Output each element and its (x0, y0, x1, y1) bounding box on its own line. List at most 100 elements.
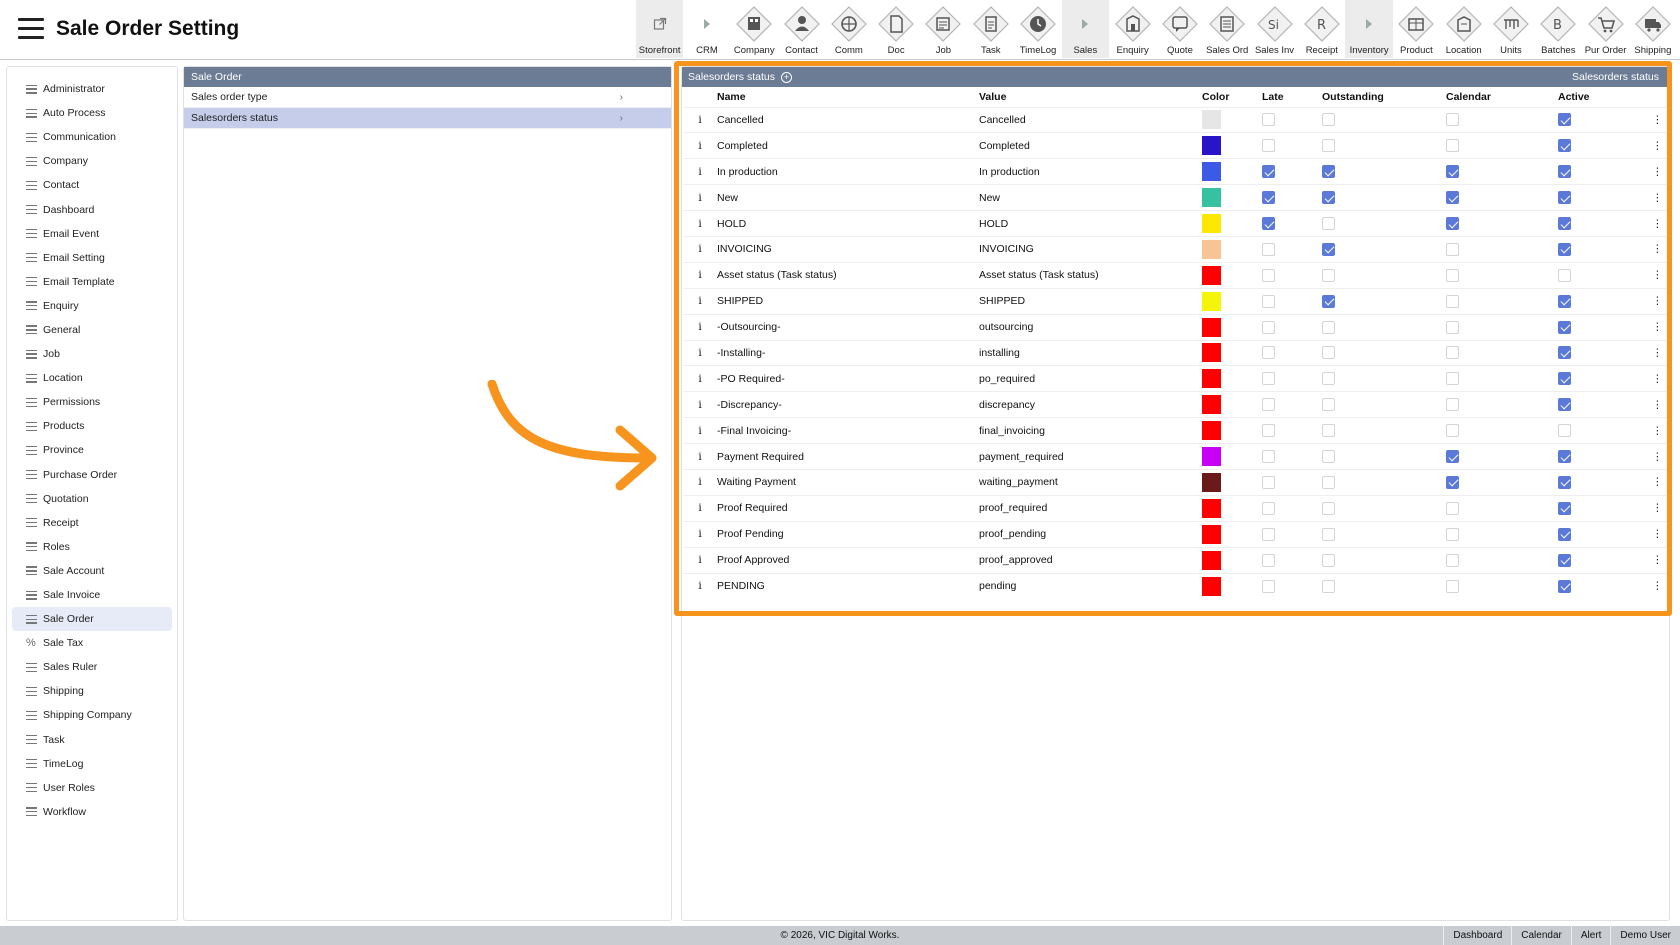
info-icon[interactable]: i (683, 468, 717, 496)
sidebar-item-location[interactable]: Location (12, 366, 172, 390)
row-menu-icon[interactable]: ⋮ (1646, 546, 1669, 574)
calendar-checkbox[interactable] (1446, 320, 1459, 334)
late-checkbox[interactable] (1262, 320, 1275, 334)
color-swatch[interactable] (1202, 214, 1221, 233)
row-menu-icon[interactable]: ⋮ (1646, 158, 1669, 185)
info-icon[interactable]: i (683, 106, 717, 133)
outstanding-checkbox[interactable] (1322, 501, 1335, 515)
info-icon[interactable]: i (683, 235, 717, 263)
late-checkbox[interactable] (1262, 424, 1275, 438)
sidebar-item-job[interactable]: Job (12, 342, 172, 366)
sidebar-item-communication[interactable]: Communication (12, 125, 172, 149)
toolbar-product-button[interactable]: Product (1393, 0, 1440, 58)
info-icon[interactable]: i (683, 365, 717, 392)
sidebar-item-contact[interactable]: Contact (12, 173, 172, 197)
row-menu-icon[interactable]: ⋮ (1646, 210, 1669, 237)
row-menu-icon[interactable]: ⋮ (1646, 468, 1669, 496)
column-header-color[interactable]: Color (1202, 87, 1262, 107)
toolbar-location-button[interactable]: Location (1440, 0, 1487, 58)
sidebar-item-general[interactable]: General (12, 318, 172, 342)
sidebar-item-email-template[interactable]: Email Template (12, 270, 172, 294)
active-checkbox[interactable] (1558, 398, 1571, 412)
late-checkbox[interactable] (1262, 294, 1275, 308)
calendar-checkbox[interactable] (1446, 346, 1459, 360)
sidebar-item-enquiry[interactable]: Enquiry (12, 294, 172, 318)
active-checkbox[interactable] (1558, 320, 1571, 334)
info-icon[interactable]: i (683, 158, 717, 185)
outstanding-checkbox[interactable] (1322, 450, 1335, 464)
outstanding-checkbox[interactable] (1322, 320, 1335, 334)
color-swatch[interactable] (1202, 291, 1221, 311)
late-checkbox[interactable] (1262, 242, 1275, 256)
column-header-late[interactable]: Late (1262, 87, 1322, 107)
toolbar-storefront-button[interactable]: Storefront (636, 0, 684, 58)
sidebar-item-sale-tax[interactable]: % Sale Tax (12, 631, 172, 655)
column-header-calendar[interactable]: Calendar (1446, 87, 1558, 107)
sidebar-item-sale-invoice[interactable]: Sale Invoice (12, 583, 172, 607)
calendar-checkbox[interactable] (1446, 398, 1459, 412)
active-checkbox[interactable] (1558, 424, 1571, 438)
active-checkbox[interactable] (1558, 346, 1571, 360)
outstanding-checkbox[interactable] (1322, 139, 1335, 153)
sidebar-item-roles[interactable]: Roles (12, 535, 172, 559)
toolbar-sales-inv-button[interactable]: Si Sales Inv (1251, 0, 1298, 58)
info-icon[interactable]: i (683, 210, 717, 237)
late-checkbox[interactable] (1262, 372, 1275, 386)
category-item-salesorders-status[interactable]: Salesorders status › (184, 108, 671, 129)
calendar-checkbox[interactable] (1446, 113, 1459, 127)
info-icon[interactable]: i (683, 313, 717, 341)
row-menu-icon[interactable]: ⋮ (1646, 443, 1669, 470)
row-menu-icon[interactable]: ⋮ (1646, 391, 1669, 418)
late-checkbox[interactable] (1262, 165, 1275, 179)
row-menu-icon[interactable]: ⋮ (1646, 132, 1669, 159)
calendar-checkbox[interactable] (1446, 501, 1459, 515)
active-checkbox[interactable] (1558, 242, 1571, 256)
footer-link-calendar[interactable]: Calendar (1511, 926, 1571, 945)
info-icon[interactable]: i (683, 391, 717, 418)
toolbar-shipping-button[interactable]: Shipping (1629, 0, 1676, 58)
sidebar-item-administrator[interactable]: Administrator (12, 77, 172, 101)
outstanding-checkbox[interactable] (1322, 165, 1335, 179)
info-icon[interactable]: i (683, 494, 717, 522)
active-checkbox[interactable] (1558, 475, 1571, 489)
calendar-checkbox[interactable] (1446, 139, 1459, 153)
active-checkbox[interactable] (1558, 372, 1571, 386)
info-icon[interactable]: i (683, 261, 717, 289)
calendar-checkbox[interactable] (1446, 242, 1459, 256)
sidebar-item-user-roles[interactable]: User Roles (12, 776, 172, 800)
active-checkbox[interactable] (1558, 450, 1571, 464)
info-icon[interactable]: i (683, 546, 717, 574)
color-swatch[interactable] (1202, 110, 1221, 130)
color-swatch[interactable] (1202, 395, 1221, 415)
color-swatch[interactable] (1202, 550, 1221, 570)
row-menu-icon[interactable]: ⋮ (1646, 417, 1669, 444)
active-checkbox[interactable] (1558, 268, 1571, 282)
row-menu-icon[interactable]: ⋮ (1646, 106, 1669, 133)
outstanding-checkbox[interactable] (1322, 527, 1335, 541)
calendar-checkbox[interactable] (1446, 475, 1459, 489)
row-menu-icon[interactable]: ⋮ (1646, 365, 1669, 392)
calendar-checkbox[interactable] (1446, 450, 1459, 464)
footer-link-demo-user[interactable]: Demo User (1610, 926, 1680, 945)
sidebar-item-quotation[interactable]: Quotation (12, 487, 172, 511)
info-icon[interactable]: i (683, 339, 717, 366)
info-icon[interactable]: i (683, 184, 717, 211)
row-menu-icon[interactable]: ⋮ (1646, 339, 1669, 366)
row-menu-icon[interactable]: ⋮ (1646, 184, 1669, 211)
outstanding-checkbox[interactable] (1322, 113, 1335, 127)
color-swatch[interactable] (1202, 162, 1221, 182)
late-checkbox[interactable] (1262, 191, 1275, 205)
outstanding-checkbox[interactable] (1322, 553, 1335, 567)
hamburger-menu-icon[interactable] (18, 18, 44, 40)
late-checkbox[interactable] (1262, 553, 1275, 567)
calendar-checkbox[interactable] (1446, 191, 1459, 205)
color-swatch[interactable] (1202, 524, 1221, 544)
outstanding-checkbox[interactable] (1322, 424, 1335, 438)
toolbar-contact-button[interactable]: Contact (778, 0, 825, 58)
calendar-checkbox[interactable] (1446, 372, 1459, 386)
row-menu-icon[interactable]: ⋮ (1646, 572, 1669, 599)
late-checkbox[interactable] (1262, 527, 1275, 541)
active-checkbox[interactable] (1558, 527, 1571, 541)
outstanding-checkbox[interactable] (1322, 398, 1335, 412)
outstanding-checkbox[interactable] (1322, 191, 1335, 205)
